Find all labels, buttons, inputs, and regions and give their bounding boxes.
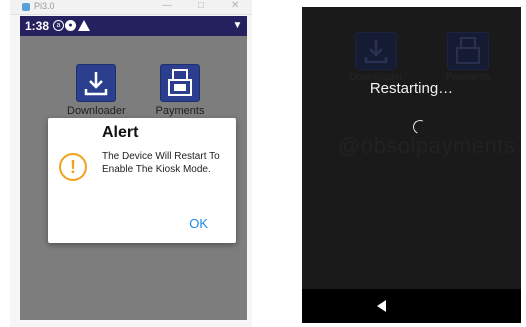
maximize-button[interactable]: □ xyxy=(198,0,204,11)
navigation-bar xyxy=(302,289,521,323)
dialog-message: The Device Will Restart To Enable The Ki… xyxy=(102,151,220,175)
warning-icon xyxy=(78,20,90,31)
app-payments[interactable]: Payments xyxy=(151,64,209,117)
status-bar: 1:38 a ● ▼ xyxy=(20,16,247,36)
left-screenshot: Pi3.0 — □ ✕ 1:38 a ● ▼ Downloader Paymen… xyxy=(10,0,252,327)
app-label: Downloader xyxy=(67,105,126,117)
faded-app-payments: Payments xyxy=(438,32,498,83)
close-button[interactable]: ✕ xyxy=(231,0,239,11)
app-logo-icon xyxy=(22,3,30,11)
back-triangle-icon[interactable] xyxy=(377,300,386,312)
status-time: 1:38 xyxy=(25,19,50,33)
dialog-title: Alert xyxy=(102,124,139,141)
download-icon xyxy=(76,64,116,102)
wifi-icon: ▼ xyxy=(232,20,243,31)
window-titlebar: Pi3.0 — □ ✕ xyxy=(10,0,252,15)
download-icon xyxy=(355,32,397,70)
background-watermark: @obsolpayments xyxy=(338,133,516,158)
alert-dialog: Alert ! The Device Will Restart To Enabl… xyxy=(48,118,236,243)
app-label: Payments xyxy=(155,105,205,117)
restarting-text: Restarting… xyxy=(369,80,454,97)
ok-button[interactable]: OK xyxy=(189,216,208,231)
right-screenshot: Downloader Payments @obsolpayments Resta… xyxy=(302,7,521,323)
payments-icon xyxy=(447,32,489,70)
app-icon: ● xyxy=(65,20,76,31)
warning-icon: ! xyxy=(59,153,87,181)
faded-app-downloader: Downloader xyxy=(346,32,406,83)
app-downloader[interactable]: Downloader xyxy=(67,64,126,117)
window-title: Pi3.0 xyxy=(34,1,55,11)
minimize-button[interactable]: — xyxy=(162,0,172,11)
payments-icon xyxy=(160,64,200,102)
notification-icon: a xyxy=(53,20,64,31)
